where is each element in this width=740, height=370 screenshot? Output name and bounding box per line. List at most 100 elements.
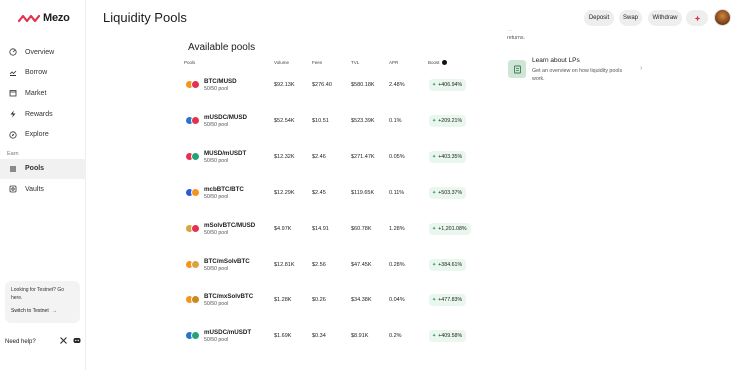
- token-pair-icon: [185, 115, 200, 126]
- mezo-network-icon: [694, 15, 700, 21]
- pool-tvl: $580.18K: [351, 82, 375, 88]
- pool-name: mUSDC/MUSD: [204, 113, 247, 121]
- pool-name: mcbBTC/BTC: [204, 185, 244, 193]
- pool-type: 50/50 pool: [204, 229, 229, 236]
- need-help-text: Need help?: [5, 338, 36, 345]
- pool-fees: $0.34: [312, 333, 326, 340]
- token-pair-icon: [185, 259, 200, 270]
- pool-volume: $4.97K: [274, 225, 292, 232]
- switch-to-testnet-link[interactable]: Switch to Testnet →: [11, 308, 74, 314]
- pool-type: 50/50 pool: [204, 121, 229, 128]
- boost-value: +477.83%: [438, 297, 463, 304]
- table-row[interactable]: mUSDC/mUSDT 50/50 pool $1.69K $0.34 $8.91K 0.…: [183, 321, 483, 357]
- cut-line-returns: returns.: [507, 35, 525, 41]
- learn-about-lps-desc: Get an overview on how liquidity pools w…: [532, 68, 623, 82]
- sidebar-item-label: Borrow: [25, 69, 48, 77]
- available-pools-title: Available pools: [188, 42, 256, 53]
- pool-fees: $10.51: [312, 117, 329, 124]
- sidebar-item-market[interactable]: Market: [0, 83, 86, 103]
- pool-fees: $2.56: [312, 261, 326, 268]
- pool-tvl: $34.38K: [351, 297, 372, 304]
- table-row[interactable]: BTC/mSolvBTC 50/50 pool $12.81K $2.56 $47.45…: [183, 250, 483, 286]
- sidebar-item-borrow[interactable]: Borrow: [0, 63, 86, 83]
- table-row[interactable]: BTC/mxSolvBTC 50/50 pool $1.28K $0.26 $34.38…: [183, 285, 483, 321]
- sidebar-item-label: Market: [25, 89, 47, 97]
- pool-volume: $1.28K: [274, 297, 292, 304]
- app-name: Mezo: [43, 12, 70, 24]
- sidebar-item-pools[interactable]: Pools: [0, 158, 86, 179]
- sidebar-item-label: Explore: [25, 131, 49, 139]
- token-pair-icon: [185, 187, 200, 198]
- pool-fees: $2.46: [312, 153, 326, 160]
- sidebar-item-vaults[interactable]: Vaults: [0, 179, 86, 199]
- col-volume: Volume: [274, 60, 290, 65]
- pool-type: 50/50 pool: [204, 157, 229, 164]
- table-row[interactable]: mUSDC/MUSD 50/50 pool $52.54K $10.51 $523.39…: [183, 106, 483, 142]
- pool-tvl: $47.45K: [351, 261, 372, 268]
- pool-volume: $52.54K: [274, 117, 295, 124]
- col-tvl: TVL: [351, 60, 360, 65]
- pool-apr: 0.28%: [389, 261, 405, 268]
- vaults-icon: [8, 184, 18, 194]
- deposit-button[interactable]: Deposit: [584, 10, 614, 26]
- x-twitter-icon[interactable]: [60, 337, 67, 346]
- token-icon: [191, 151, 200, 161]
- pool-volume: $12.32K: [274, 153, 295, 160]
- info-icon[interactable]: [441, 60, 447, 65]
- sparkle-icon: ✦: [432, 117, 437, 124]
- pool-fees: $14.91: [312, 225, 329, 232]
- network-button[interactable]: [686, 10, 708, 26]
- pool-type: 50/50 pool: [204, 301, 229, 308]
- lp-book-icon: [508, 60, 526, 78]
- boost-value: +1,201.08%: [438, 225, 467, 232]
- pool-type: 50/50 pool: [204, 265, 229, 272]
- pool-name: mUSDC/mUSDT: [204, 329, 252, 337]
- boost-badge: ✦ +384.61%: [429, 258, 467, 271]
- sidebar-item-overview[interactable]: Overview: [0, 42, 86, 62]
- pool-tvl: $271.47K: [351, 153, 375, 160]
- pool-volume: $92.13K: [274, 82, 295, 88]
- token-icon: [191, 331, 200, 341]
- pool-type: 50/50 pool: [204, 193, 229, 200]
- col-fees: Fees: [312, 60, 323, 65]
- pool-name: BTC/MUSD: [204, 78, 237, 85]
- chevron-right-icon: ›: [640, 65, 643, 72]
- sidebar-item-explore[interactable]: Explore: [0, 125, 86, 145]
- boost-value: +403.35%: [438, 153, 463, 160]
- pool-volume: $12.81K: [274, 261, 295, 268]
- pool-type: 50/50 pool: [204, 86, 229, 92]
- boost-value: +409.58%: [438, 333, 463, 340]
- avatar[interactable]: [714, 9, 731, 26]
- boost-badge: ✦ +406.94%: [429, 79, 467, 91]
- table-row[interactable]: mSolvBTC/MUSD 50/50 pool $4.97K $14.91 $60.7…: [183, 214, 483, 250]
- sidebar-nav: Overview Borrow Market Rewards Explore E…: [0, 42, 86, 200]
- token-pair-icon: [185, 151, 200, 162]
- table-row[interactable]: mcbBTC/BTC 50/50 pool $12.29K $2.45 $119.65K…: [183, 178, 483, 214]
- token-pair-icon: [185, 223, 200, 234]
- learn-about-lps-card[interactable]: Learn about LPs Get an overview on how l…: [507, 55, 642, 85]
- token-icon: [191, 80, 200, 89]
- borrow-icon: [8, 68, 18, 78]
- discord-icon[interactable]: [73, 337, 81, 346]
- pool-fees: $0.26: [312, 297, 326, 304]
- table-row[interactable]: MUSD/mUSDT 50/50 pool $12.32K $2.46 $271.47K…: [183, 142, 483, 178]
- sidebar-item-label: Vaults: [25, 185, 44, 193]
- pool-tvl: $523.39K: [351, 117, 375, 124]
- mezo-logo[interactable]: Mezo: [18, 12, 70, 24]
- pool-fees: $2.45: [312, 189, 326, 196]
- table-row[interactable]: BTC/MUSD 50/50 pool $92.13K $276.40 $580.18K…: [183, 70, 483, 106]
- swap-button[interactable]: Swap: [619, 10, 642, 26]
- token-icon: [191, 115, 200, 125]
- sidebar-item-rewards[interactable]: Rewards: [0, 104, 86, 124]
- partial-text: … returns.: [507, 26, 637, 42]
- boost-value: +503.37%: [438, 189, 463, 196]
- withdraw-button[interactable]: Withdraw: [648, 10, 682, 26]
- pool-apr: 0.05%: [389, 153, 405, 160]
- token-pair-icon: [185, 331, 200, 341]
- cut-line: …: [507, 27, 513, 33]
- market-icon: [8, 88, 18, 98]
- token-icon: [191, 187, 200, 197]
- pool-name: BTC/mxSolvBTC: [204, 293, 254, 301]
- boost-badge: ✦ +403.35%: [429, 150, 467, 163]
- pool-apr: 0.1%: [389, 117, 402, 124]
